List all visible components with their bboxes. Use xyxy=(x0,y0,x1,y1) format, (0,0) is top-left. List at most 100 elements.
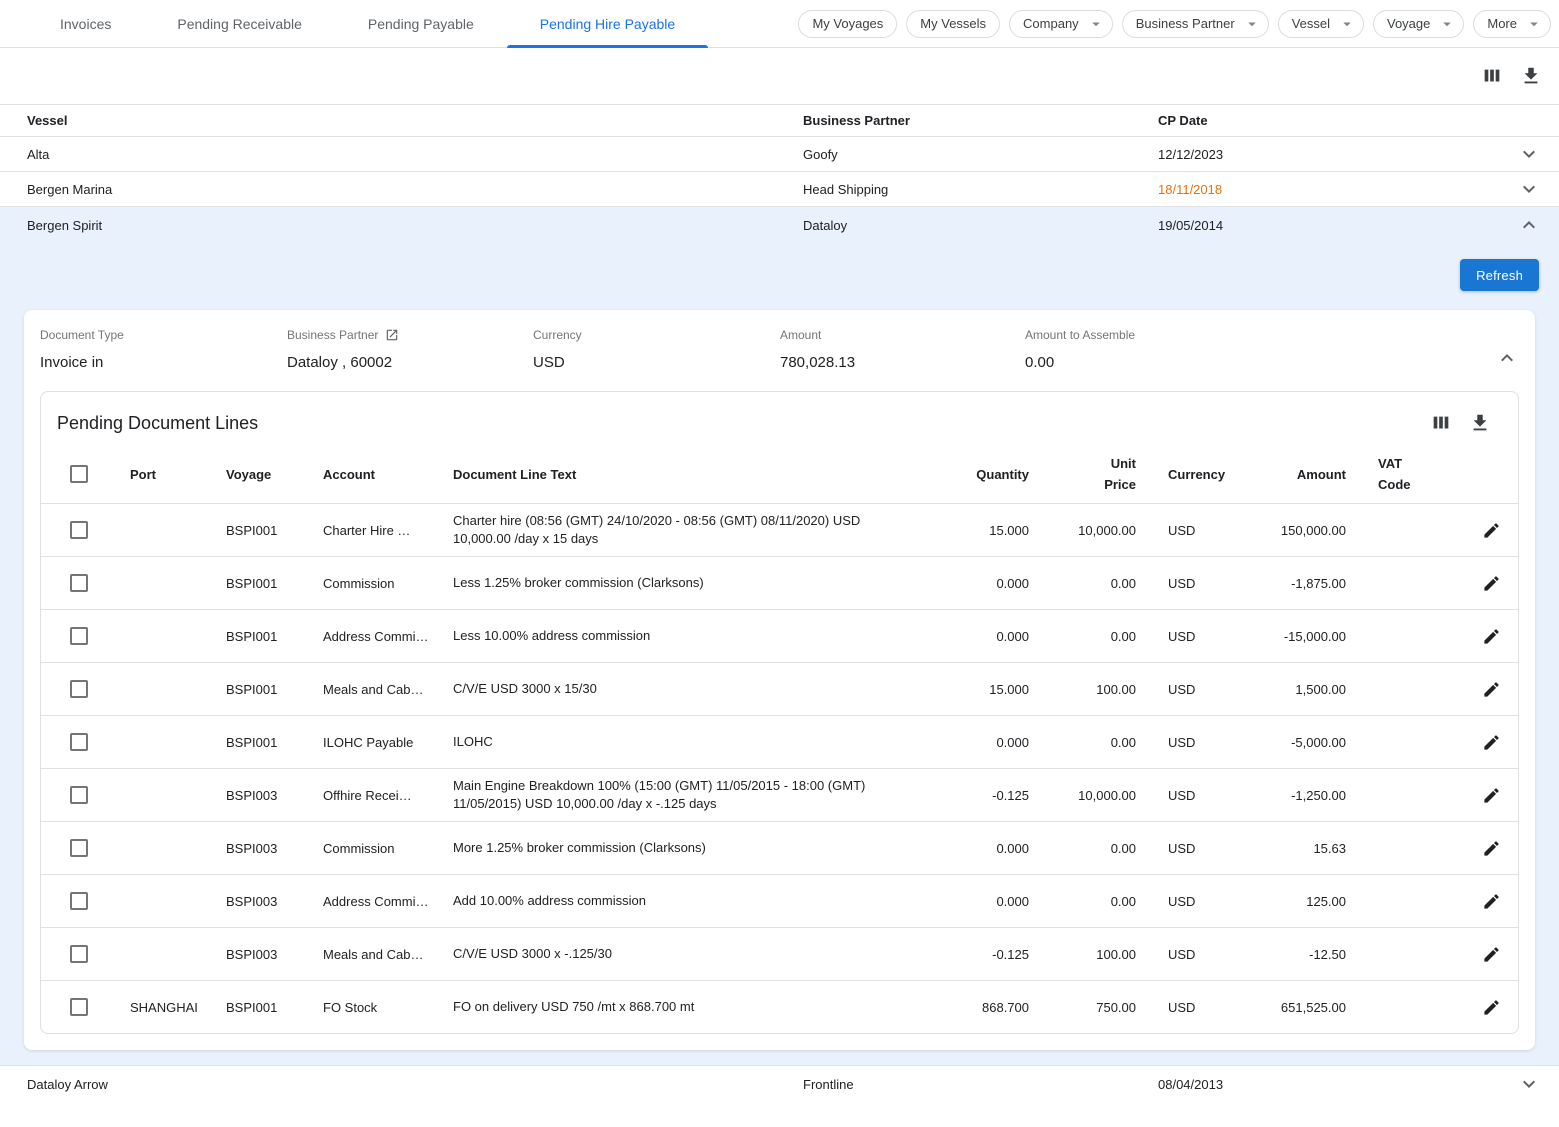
pencil-icon xyxy=(1482,733,1501,752)
unit-price-cell: 10,000.00 xyxy=(1029,523,1136,538)
vessel-column-header: Vessel xyxy=(27,113,803,128)
account-cell: Commission xyxy=(323,576,453,591)
document-lines-body: BSPI001 Charter Hire … Charter hire (08:… xyxy=(41,503,1518,1033)
account-cell: FO Stock xyxy=(323,1000,453,1015)
document-line-row: BSPI003 Offhire Recei… Main Engine Break… xyxy=(41,768,1518,821)
quantity-cell: 0.000 xyxy=(933,576,1029,591)
filter-chip-vessel[interactable]: Vessel xyxy=(1278,10,1364,38)
pencil-icon xyxy=(1482,627,1501,646)
amount-field: Amount 780,028.13 xyxy=(780,328,1025,371)
pending-document-lines-title: Pending Document Lines xyxy=(57,413,258,434)
row-checkbox[interactable] xyxy=(70,521,88,539)
chevron-down-icon xyxy=(1243,15,1261,33)
amount-label: Amount xyxy=(780,328,1025,342)
download-icon xyxy=(1520,65,1542,87)
port-cell: SHANGHAI xyxy=(130,1000,226,1015)
chevron-down-icon xyxy=(1087,15,1105,33)
edit-line-button[interactable] xyxy=(1479,571,1503,595)
edit-line-button[interactable] xyxy=(1479,730,1503,754)
expand-row-button[interactable] xyxy=(1517,177,1541,201)
business-partner-value: Dataloy , 60002 xyxy=(287,354,533,371)
lines-column-settings-button[interactable] xyxy=(1429,411,1453,435)
quantity-cell: 0.000 xyxy=(933,629,1029,644)
quantity-cell: 0.000 xyxy=(933,841,1029,856)
document-line-text-cell: C/V/E USD 3000 x 15/30 xyxy=(453,672,933,706)
filter-chip-business-partner[interactable]: Business Partner xyxy=(1122,10,1269,38)
vessel-row-bergen-marina[interactable]: Bergen Marina Head Shipping 18/11/2018 xyxy=(0,172,1559,207)
chevron-down-icon xyxy=(1517,1072,1541,1096)
edit-line-button[interactable] xyxy=(1479,677,1503,701)
edit-line-button[interactable] xyxy=(1479,995,1503,1019)
edit-line-button[interactable] xyxy=(1479,942,1503,966)
columns-icon xyxy=(1481,65,1503,87)
edit-line-button[interactable] xyxy=(1479,518,1503,542)
filter-chip-more[interactable]: More xyxy=(1473,10,1551,38)
filter-chip-my-voyages[interactable]: My Voyages xyxy=(798,10,897,38)
voyage-column-header: Voyage xyxy=(226,464,323,485)
pending-document-lines-card: Pending Document Lines Port Voyage A xyxy=(40,391,1519,1034)
account-cell: Address Commi… xyxy=(323,894,453,909)
row-checkbox[interactable] xyxy=(70,892,88,910)
row-checkbox[interactable] xyxy=(70,786,88,804)
pencil-icon xyxy=(1482,945,1501,964)
row-checkbox[interactable] xyxy=(70,839,88,857)
expand-row-button[interactable] xyxy=(1517,142,1541,166)
account-cell: Meals and Cab… xyxy=(323,947,453,962)
tab-pending-receivable[interactable]: Pending Receivable xyxy=(144,0,335,48)
amount-cell: -15,000.00 xyxy=(1248,629,1346,644)
row-checkbox[interactable] xyxy=(70,998,88,1016)
filter-chip-company[interactable]: Company xyxy=(1009,10,1113,38)
voyage-cell: BSPI003 xyxy=(226,788,323,803)
table-toolbar xyxy=(0,48,1559,104)
tab-invoices[interactable]: Invoices xyxy=(27,0,144,48)
download-button[interactable] xyxy=(1519,64,1543,88)
vessel-row-bergen-spirit[interactable]: Bergen Spirit Dataloy 19/05/2014 xyxy=(0,207,1559,243)
document-line-text-cell: Charter hire (08:56 (GMT) 24/10/2020 - 0… xyxy=(453,504,933,556)
pencil-icon xyxy=(1482,839,1501,858)
edit-line-button[interactable] xyxy=(1479,624,1503,648)
account-column-header: Account xyxy=(323,464,453,485)
vessel-row-dataloy-arrow[interactable]: Dataloy Arrow Frontline 08/04/2013 xyxy=(0,1065,1559,1102)
tab-pending-payable[interactable]: Pending Payable xyxy=(335,0,507,48)
vessel-name: Alta xyxy=(27,147,803,162)
chevron-down-icon xyxy=(1525,15,1543,33)
collapse-summary-button[interactable] xyxy=(1495,346,1519,370)
chevron-down-icon xyxy=(1438,15,1456,33)
column-settings-button[interactable] xyxy=(1480,64,1504,88)
amount-cell: 651,525.00 xyxy=(1248,1000,1346,1015)
row-checkbox[interactable] xyxy=(70,627,88,645)
pencil-icon xyxy=(1482,521,1501,540)
account-cell: Charter Hire … xyxy=(323,523,453,538)
currency-cell: USD xyxy=(1136,682,1248,697)
vessel-row-alta[interactable]: Alta Goofy 12/12/2023 xyxy=(0,137,1559,172)
edit-line-button[interactable] xyxy=(1479,889,1503,913)
amount-column-header: Amount xyxy=(1248,464,1346,485)
lines-download-button[interactable] xyxy=(1468,411,1492,435)
tab-pending-hire-payable[interactable]: Pending Hire Payable xyxy=(507,0,708,48)
cp-date: 08/04/2013 xyxy=(1158,1077,1499,1092)
filter-chip-my-vessels[interactable]: My Vessels xyxy=(906,10,1000,38)
collapse-row-button[interactable] xyxy=(1517,213,1541,237)
row-checkbox[interactable] xyxy=(70,680,88,698)
row-checkbox[interactable] xyxy=(70,574,88,592)
vessel-name: Bergen Marina xyxy=(27,182,803,197)
currency-cell: USD xyxy=(1136,788,1248,803)
document-line-row: BSPI003 Commission More 1.25% broker com… xyxy=(41,821,1518,874)
edit-line-button[interactable] xyxy=(1479,836,1503,860)
account-cell: Offhire Recei… xyxy=(323,788,453,803)
chevron-down-icon xyxy=(1517,177,1541,201)
currency-column-header: Currency xyxy=(1136,464,1248,485)
edit-line-button[interactable] xyxy=(1479,783,1503,807)
account-cell: ILOHC Payable xyxy=(323,735,453,750)
voyage-cell: BSPI001 xyxy=(226,1000,323,1015)
refresh-button[interactable]: Refresh xyxy=(1460,259,1539,291)
row-checkbox[interactable] xyxy=(70,945,88,963)
vessel-name: Bergen Spirit xyxy=(27,218,803,233)
expand-row-button[interactable] xyxy=(1517,1072,1541,1096)
filter-chip-voyage[interactable]: Voyage xyxy=(1373,10,1464,38)
unit-price-cell: 0.00 xyxy=(1029,894,1136,909)
open-in-new-icon[interactable] xyxy=(385,328,399,342)
row-checkbox[interactable] xyxy=(70,733,88,751)
amount-cell: 1,500.00 xyxy=(1248,682,1346,697)
select-all-checkbox[interactable] xyxy=(70,465,88,483)
